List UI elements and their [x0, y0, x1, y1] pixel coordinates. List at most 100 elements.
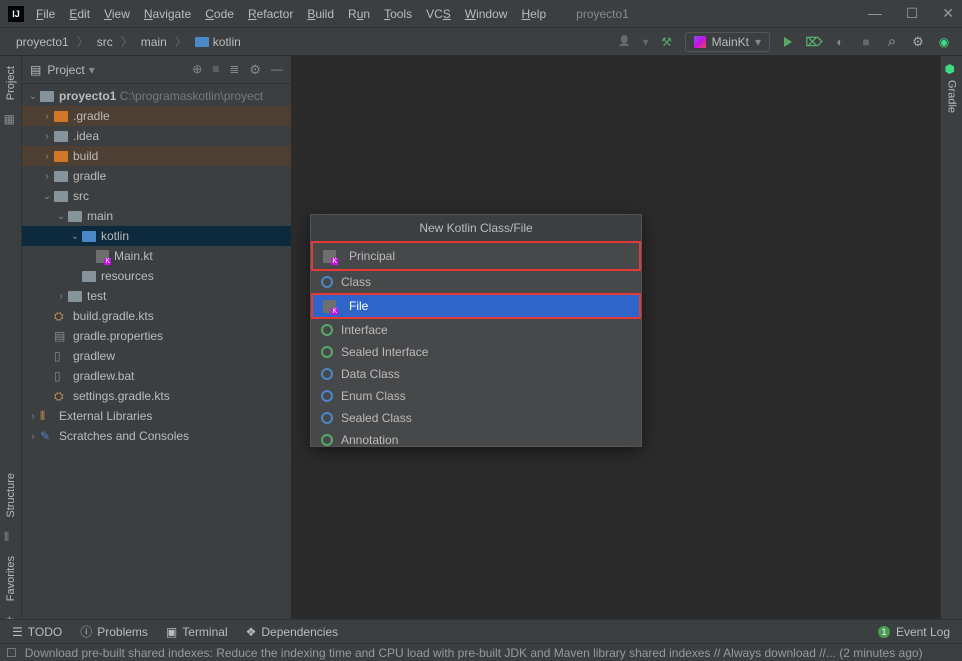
menu-file[interactable]: File — [36, 7, 55, 21]
new-file-name-input[interactable] — [349, 249, 629, 263]
tab-favorites[interactable]: Favorites — [5, 552, 17, 605]
kotlin-icon — [694, 36, 706, 48]
menu-navigate[interactable]: Navigate — [144, 7, 191, 21]
menu-window[interactable]: Window — [465, 7, 508, 21]
tab-terminal[interactable]: ▣Terminal — [166, 625, 228, 639]
toolbar-right: ▾ MainKt ▾ ⌦ ◐ ■ ◉ — [617, 32, 962, 52]
kotlin-file-icon — [323, 250, 336, 263]
tree-node-gradlew[interactable]: ▯gradlew — [22, 346, 291, 366]
tree-node-main-kt[interactable]: Main.kt — [22, 246, 291, 266]
popup-item-annotation[interactable]: Annotation — [311, 429, 641, 446]
crumb-kotlin[interactable]: kotlin — [191, 33, 245, 51]
crumb-src[interactable]: src — [93, 33, 117, 51]
tab-dependencies[interactable]: ❖Dependencies — [246, 625, 339, 639]
folder-icon — [195, 37, 209, 47]
tab-gradle[interactable]: Gradle — [946, 76, 958, 117]
tree-node-gradle-properties[interactable]: ▤gradle.properties — [22, 326, 291, 346]
breadcrumb: proyecto1〉 src〉 main〉 kotlin — [0, 33, 245, 51]
popup-item-enum-class[interactable]: Enum Class — [311, 385, 641, 407]
left-strip-bottom: Structure ⫴ Favorites ★ — [0, 469, 22, 627]
menu-tools[interactable]: Tools — [384, 7, 412, 21]
right-tool-strip: ⬢ Gradle — [940, 56, 962, 627]
kotlin-file-icon — [96, 250, 109, 263]
search-everywhere-icon[interactable] — [884, 34, 900, 50]
hide-panel-icon[interactable]: — — [271, 62, 283, 78]
bottom-tool-bar: ☰TODO ⓘProblems ▣Terminal ❖Dependencies … — [0, 619, 962, 643]
tool-windows-icon[interactable]: ☐ — [6, 646, 17, 660]
menu-vcs[interactable]: VCS — [426, 7, 451, 21]
gradle-tool-icon[interactable]: ⬢ — [945, 62, 959, 76]
panel-settings-icon[interactable] — [249, 62, 261, 78]
stop-button[interactable]: ■ — [858, 34, 874, 50]
menu-code[interactable]: Code — [205, 7, 234, 21]
annotation-icon — [321, 434, 333, 446]
popup-item-interface[interactable]: Interface — [311, 319, 641, 341]
menu-help[interactable]: Help — [521, 7, 546, 21]
tree-node-build-gradle[interactable]: ⛭build.gradle.kts — [22, 306, 291, 326]
titlebar-project: proyecto1 — [576, 7, 629, 21]
ide-icon[interactable]: ◉ — [936, 34, 952, 50]
project-panel: ▤ Project ▾ ⊕ ≡ ≣ — ⌄ proyecto1 C:\progr… — [22, 56, 292, 627]
tool-window-icon[interactable]: ▦ — [4, 112, 18, 126]
tree-node-idea[interactable]: ›.idea — [22, 126, 291, 146]
structure-icon: ⫴ — [4, 530, 18, 544]
popup-item-data-class[interactable]: Data Class — [311, 363, 641, 385]
menu-refactor[interactable]: Refactor — [248, 7, 293, 21]
project-tree[interactable]: ⌄ proyecto1 C:\programaskotlin\proyect ›… — [22, 84, 291, 627]
tree-node-test[interactable]: ›test — [22, 286, 291, 306]
tree-node-gradlew-bat[interactable]: ▯gradlew.bat — [22, 366, 291, 386]
run-button[interactable] — [780, 34, 796, 50]
tree-node-build[interactable]: ›build — [22, 146, 291, 166]
maximize-button[interactable]: ☐ — [906, 5, 919, 22]
expand-all-icon[interactable]: ≡ — [212, 62, 219, 78]
debug-button[interactable]: ⌦ — [806, 34, 822, 50]
tree-node-scratches[interactable]: ›✎Scratches and Consoles — [22, 426, 291, 446]
collapse-all-icon[interactable]: ≣ — [229, 62, 239, 78]
popup-item-sealed-interface[interactable]: Sealed Interface — [311, 341, 641, 363]
crumb-project[interactable]: proyecto1 — [12, 33, 73, 51]
code-with-me-icon[interactable] — [617, 34, 633, 50]
popup-item-sealed-class[interactable]: Sealed Class — [311, 407, 641, 429]
popup-item-class[interactable]: Class — [311, 271, 641, 293]
coverage-button[interactable]: ◐ — [832, 34, 848, 50]
project-view-selector[interactable]: Project ▾ — [47, 63, 94, 77]
app-icon: IJ — [8, 6, 24, 22]
class-icon — [321, 412, 333, 424]
popup-title: New Kotlin Class/File — [311, 215, 641, 241]
notification-badge: 1 — [878, 626, 890, 638]
popup-type-list: Class File Interface Sealed Interface Da… — [311, 271, 641, 446]
project-panel-header: ▤ Project ▾ ⊕ ≡ ≣ — — [22, 56, 291, 84]
tab-event-log[interactable]: Event Log — [896, 625, 950, 639]
tree-node-resources[interactable]: resources — [22, 266, 291, 286]
tab-todo[interactable]: ☰TODO — [12, 625, 62, 639]
kotlin-file-icon — [323, 300, 336, 313]
new-kotlin-file-popup: New Kotlin Class/File Class File Interfa… — [310, 214, 642, 447]
tab-structure[interactable]: Structure — [5, 469, 17, 522]
tree-node-src[interactable]: ⌄src — [22, 186, 291, 206]
select-opened-file-icon[interactable]: ⊕ — [192, 62, 202, 78]
class-icon — [321, 368, 333, 380]
run-config-label: MainKt — [712, 35, 749, 49]
tree-node-gradle-dot[interactable]: ›.gradle — [22, 106, 291, 126]
close-button[interactable]: ✕ — [942, 5, 954, 22]
tree-root[interactable]: ⌄ proyecto1 C:\programaskotlin\proyect — [22, 86, 291, 106]
tree-node-gradle[interactable]: ›gradle — [22, 166, 291, 186]
menu-view[interactable]: View — [104, 7, 130, 21]
popup-input-highlight — [311, 241, 641, 271]
tree-node-external-libraries[interactable]: ›⫴External Libraries — [22, 406, 291, 426]
menu-edit[interactable]: Edit — [69, 7, 90, 21]
minimize-button[interactable]: — — [868, 5, 882, 22]
tree-node-kotlin[interactable]: ⌄kotlin — [22, 226, 291, 246]
build-icon[interactable] — [659, 34, 675, 50]
crumb-main[interactable]: main — [137, 33, 171, 51]
tree-node-main[interactable]: ⌄main — [22, 206, 291, 226]
tree-node-settings-gradle[interactable]: ⛭settings.gradle.kts — [22, 386, 291, 406]
interface-icon — [321, 324, 333, 336]
menu-run[interactable]: Run — [348, 7, 370, 21]
tab-project[interactable]: Project — [5, 62, 17, 104]
run-config-selector[interactable]: MainKt ▾ — [685, 32, 770, 52]
popup-item-file[interactable]: File — [311, 293, 641, 319]
menu-build[interactable]: Build — [307, 7, 334, 21]
settings-icon[interactable] — [910, 34, 926, 50]
tab-problems[interactable]: ⓘProblems — [80, 623, 148, 640]
